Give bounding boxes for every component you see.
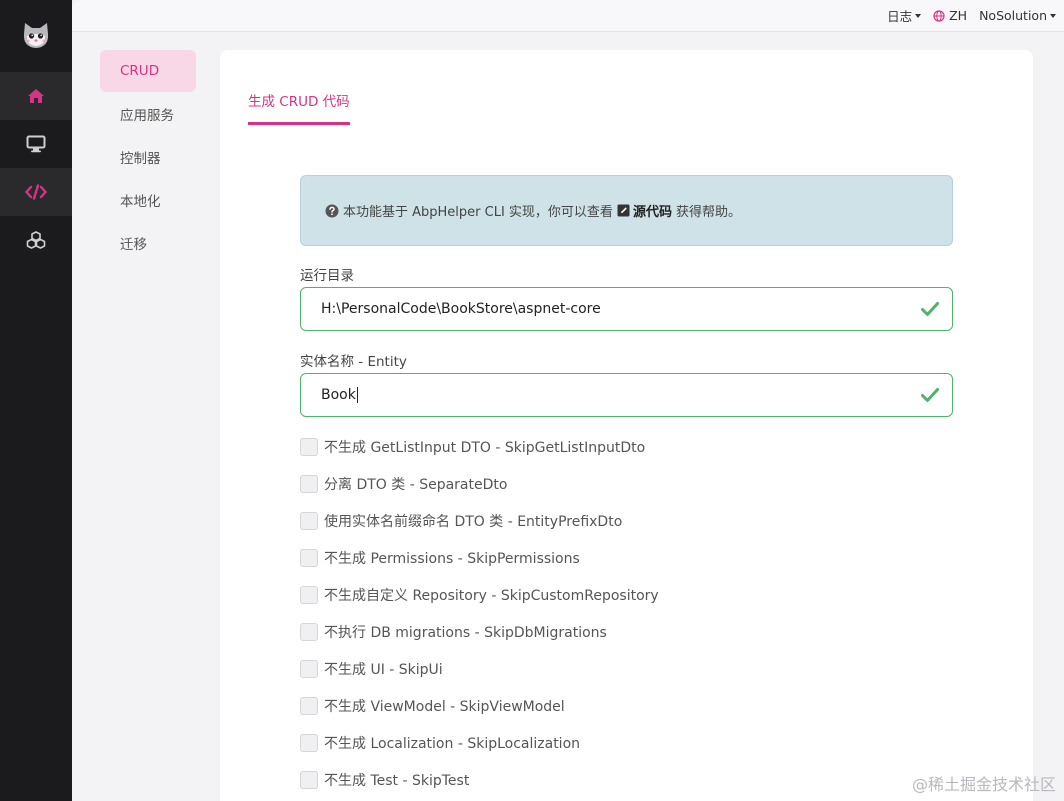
checkbox[interactable]: [300, 474, 318, 493]
checkbox[interactable]: [300, 770, 318, 789]
watermark: @稀土掘金技术社区: [911, 775, 1056, 794]
sub-navigation: CRUD 应用服务 控制器 本地化 迁移: [100, 50, 196, 265]
option-skip-ui[interactable]: 不生成 UI - SkipUi: [300, 650, 659, 687]
checkbox[interactable]: [300, 622, 318, 641]
checkbox[interactable]: [300, 511, 318, 530]
app-logo[interactable]: [0, 0, 72, 72]
run-directory-input[interactable]: H:\PersonalCode\BookStore\aspnet-core: [300, 287, 953, 331]
option-label: 不执行 DB migrations - SkipDbMigrations: [324, 624, 607, 641]
entity-name-label: 实体名称 - Entity: [300, 354, 407, 370]
checkbox[interactable]: [300, 585, 318, 604]
option-skip-db-migrations[interactable]: 不执行 DB migrations - SkipDbMigrations: [300, 613, 659, 650]
option-label: 不生成 UI - SkipUi: [324, 661, 443, 678]
top-bar: 日志 ZH NoSolution: [72, 0, 1064, 32]
option-skip-get-list-input-dto[interactable]: 不生成 GetListInput DTO - SkipGetListInputD…: [300, 428, 659, 465]
option-label: 不生成 Localization - SkipLocalization: [324, 735, 581, 752]
checkmark-icon: [921, 388, 939, 402]
checkbox[interactable]: [300, 659, 318, 678]
alert-text-after: 获得帮助。: [675, 205, 741, 220]
option-label: 不生成自定义 Repository - SkipCustomRepository: [324, 587, 659, 604]
subnav-item-controller[interactable]: 控制器: [100, 136, 196, 178]
option-label: 分离 DTO 类 - SeparateDto: [324, 476, 508, 493]
tab-generate-crud[interactable]: 生成 CRUD 代码: [248, 90, 350, 125]
run-directory-label: 运行目录: [300, 268, 354, 284]
options-list: 不生成 GetListInput DTO - SkipGetListInputD…: [300, 428, 659, 798]
caret-down-icon: [1050, 13, 1056, 18]
rail-monitor-button[interactable]: [0, 120, 72, 168]
icon-rail: [0, 0, 72, 801]
checkmark-icon: [921, 302, 939, 316]
globe-icon: [933, 9, 945, 22]
checkbox[interactable]: [300, 437, 318, 456]
option-skip-view-model[interactable]: 不生成 ViewModel - SkipViewModel: [300, 687, 659, 724]
subnav-item-app-service[interactable]: 应用服务: [100, 93, 196, 135]
monitor-icon: [26, 135, 46, 153]
rail-code-button[interactable]: [0, 168, 72, 216]
option-separate-dto[interactable]: 分离 DTO 类 - SeparateDto: [300, 465, 659, 502]
option-skip-permissions[interactable]: 不生成 Permissions - SkipPermissions: [300, 539, 659, 576]
subnav-item-migration[interactable]: 迁移: [100, 222, 196, 264]
checkbox[interactable]: [300, 548, 318, 567]
entity-name-input[interactable]: Book: [300, 373, 953, 417]
source-code-link-label: 源代码: [632, 205, 672, 220]
option-label: 不生成 ViewModel - SkipViewModel: [324, 698, 565, 715]
rail-home-button[interactable]: [0, 72, 72, 120]
solution-label: NoSolution: [979, 8, 1047, 23]
option-label: 不生成 Permissions - SkipPermissions: [324, 550, 580, 567]
rail-modules-button[interactable]: [0, 216, 72, 264]
subnav-item-crud[interactable]: CRUD: [100, 50, 196, 92]
code-icon: [25, 184, 47, 200]
subnav-item-localization[interactable]: 本地化: [100, 179, 196, 221]
caret-down-icon: [915, 13, 922, 18]
log-label: 日志: [887, 9, 913, 24]
cubes-icon: [26, 231, 46, 249]
log-dropdown[interactable]: 日志: [887, 6, 922, 25]
option-skip-test[interactable]: 不生成 Test - SkipTest: [300, 761, 659, 798]
text-cursor: [356, 387, 358, 403]
run-directory-value: H:\PersonalCode\BookStore\aspnet-core: [321, 301, 601, 317]
source-code-link[interactable]: 源代码: [617, 201, 672, 220]
entity-name-value: Book: [321, 387, 356, 403]
external-edit-icon: [617, 204, 630, 217]
home-icon: [28, 89, 44, 103]
language-dropdown[interactable]: ZH: [933, 8, 967, 23]
solution-dropdown[interactable]: NoSolution: [979, 8, 1056, 23]
info-alert: 本功能基于 AbpHelper CLI 实现，你可以查看 源代码 获得帮助。: [300, 175, 953, 246]
option-entity-prefix-dto[interactable]: 使用实体名前缀命名 DTO 类 - EntityPrefixDto: [300, 502, 659, 539]
cat-logo-icon: [23, 23, 49, 48]
language-label: ZH: [949, 8, 968, 23]
checkbox[interactable]: [300, 696, 318, 715]
main-card: 生成 CRUD 代码 本功能基于 AbpHelper CLI 实现，你可以查看 …: [220, 50, 1033, 801]
option-skip-localization[interactable]: 不生成 Localization - SkipLocalization: [300, 724, 659, 761]
checkbox[interactable]: [300, 733, 318, 752]
option-label: 不生成 Test - SkipTest: [324, 772, 470, 789]
option-label: 使用实体名前缀命名 DTO 类 - EntityPrefixDto: [324, 513, 623, 530]
alert-text-before: 本功能基于 AbpHelper CLI 实现，你可以查看: [343, 205, 613, 220]
question-circle-icon: [325, 204, 339, 217]
option-label: 不生成 GetListInput DTO - SkipGetListInputD…: [324, 439, 646, 456]
option-skip-custom-repository[interactable]: 不生成自定义 Repository - SkipCustomRepository: [300, 576, 659, 613]
